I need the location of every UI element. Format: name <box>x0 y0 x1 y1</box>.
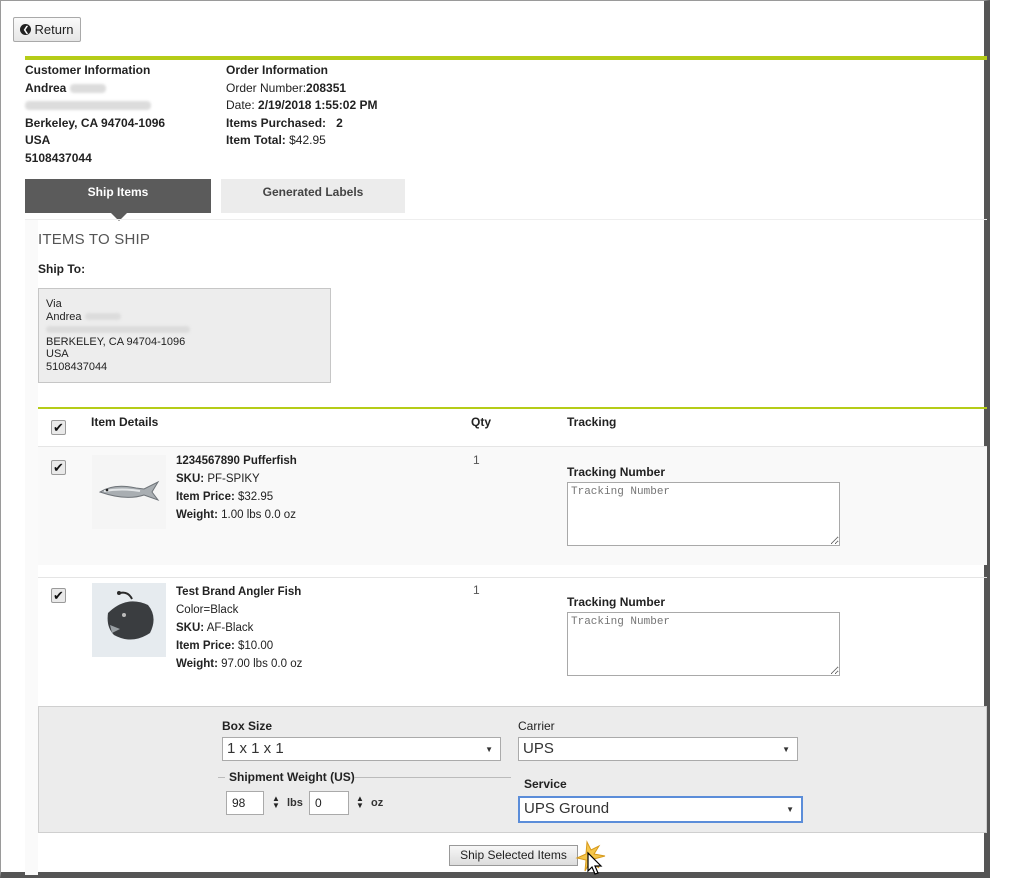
customer-city: Berkeley, CA 94704-1096 <box>25 115 166 130</box>
service-label: Service <box>524 777 567 791</box>
box-size-select[interactable]: 1 x 1 x 1 ▼ <box>222 737 501 761</box>
tracking-label: Tracking Number <box>567 465 666 479</box>
tab-divider <box>25 219 987 220</box>
item-checkbox[interactable]: ✔ <box>51 460 66 475</box>
chevron-left-circle-icon: ❮ <box>20 24 32 35</box>
fieldset-border <box>354 777 511 778</box>
customer-phone: 5108437044 <box>25 150 92 165</box>
chevron-down-icon: ▼ <box>485 745 493 754</box>
item-checkbox[interactable]: ✔ <box>51 588 66 603</box>
address-country: USA <box>46 348 69 360</box>
order-number: Order Number:208351 <box>226 80 347 95</box>
redacted-text <box>84 313 121 321</box>
order-info: Order Information Order Number:208351 Da… <box>226 62 377 150</box>
ship-to-address: Via Andrea BERKELEY, CA 94704-1096 USA 5… <box>38 288 331 383</box>
content-gutter <box>25 220 38 875</box>
order-items-count: Items Purchased: 2 <box>226 115 343 130</box>
lbs-unit: lbs <box>287 797 303 809</box>
carrier-label: Carrier <box>518 719 555 733</box>
box-size-label: Box Size <box>222 719 273 733</box>
item-weight: Weight: 97.00 lbs 0.0 oz <box>176 658 303 670</box>
item-price: Item Price: $32.95 <box>176 491 274 503</box>
weight-lbs-input[interactable]: 98 <box>226 791 264 815</box>
fieldset-border <box>218 777 225 778</box>
tracking-number-input[interactable] <box>567 612 840 676</box>
address-phone: 5108437044 <box>46 360 108 373</box>
customer-street <box>25 97 165 115</box>
service-select[interactable]: UPS Ground ▼ <box>518 796 803 823</box>
customer-info: Customer Information Andrea Berkeley, CA… <box>25 62 165 167</box>
table-row-divider <box>38 577 987 578</box>
oz-unit: oz <box>371 797 384 809</box>
customer-name: Andrea <box>25 80 165 98</box>
item-qty: 1 <box>473 453 480 467</box>
item-title: Test Brand Angler Fish <box>176 586 302 598</box>
service-value: UPS Ground <box>524 800 610 817</box>
header-qty: Qty <box>471 415 492 429</box>
item-details: 1234567890 Pufferfish SKU: PF-SPIKY Item… <box>176 452 297 524</box>
box-size-value: 1 x 1 x 1 <box>227 740 284 757</box>
header-item-details: Item Details <box>91 415 159 429</box>
item-weight: Weight: 1.00 lbs 0.0 oz <box>176 509 296 521</box>
item-sku: SKU: PF-SPIKY <box>176 473 260 485</box>
address-city: BERKELEY, CA 94704-1096 <box>46 335 186 348</box>
redacted-text <box>46 325 190 333</box>
address-street <box>46 323 330 336</box>
header-tracking: Tracking <box>567 415 617 429</box>
weight-oz-input[interactable]: 0 <box>309 791 349 815</box>
order-heading: Order Information <box>226 63 329 77</box>
item-image-pufferfish <box>92 455 166 529</box>
shipment-weight-legend: Shipment Weight (US) <box>229 770 355 784</box>
redacted-text <box>25 101 151 111</box>
item-option: Color=Black <box>176 604 239 616</box>
customer-country: USA <box>25 133 51 147</box>
carrier-select[interactable]: UPS ▼ <box>518 737 798 761</box>
tab-generated-labels[interactable]: Generated Labels <box>221 179 405 213</box>
chevron-down-icon: ▼ <box>782 745 790 754</box>
shipping-options-panel <box>38 706 987 833</box>
accent-bar <box>25 56 987 60</box>
return-button[interactable]: ❮ Return <box>13 17 81 42</box>
order-total: Item Total: $42.95 <box>226 133 326 147</box>
ship-to-label: Ship To: <box>38 262 86 276</box>
item-qty: 1 <box>473 583 480 597</box>
item-title: 1234567890 Pufferfish <box>176 455 297 467</box>
select-all-checkbox[interactable]: ✔ <box>51 420 66 435</box>
tracking-label: Tracking Number <box>567 595 666 609</box>
return-label: Return <box>34 22 74 37</box>
tab-ship-items[interactable]: Ship Items <box>25 179 211 221</box>
redacted-text <box>69 83 106 93</box>
click-cursor-icon <box>575 840 606 875</box>
item-details: Test Brand Angler Fish Color=Black SKU: … <box>176 583 302 673</box>
ship-selected-items-button[interactable]: Ship Selected Items <box>449 845 578 866</box>
tracking-number-input[interactable] <box>567 482 840 546</box>
address-via: Via <box>46 298 62 310</box>
carrier-value: UPS <box>523 740 554 757</box>
table-top-border <box>38 407 987 409</box>
oz-stepper-icon[interactable]: ▲ ▼ <box>356 795 364 810</box>
customer-heading: Customer Information <box>25 63 151 77</box>
chevron-down-icon: ▼ <box>786 805 794 814</box>
lbs-stepper-icon[interactable]: ▲ ▼ <box>272 795 280 810</box>
item-price: Item Price: $10.00 <box>176 640 274 652</box>
address-name: Andrea <box>46 311 330 324</box>
item-sku: SKU: AF-Black <box>176 622 254 634</box>
section-title: ITEMS TO SHIP <box>38 231 151 248</box>
item-image-angler-fish <box>92 583 166 657</box>
order-date: Date: 2/19/2018 1:55:02 PM <box>226 98 378 112</box>
